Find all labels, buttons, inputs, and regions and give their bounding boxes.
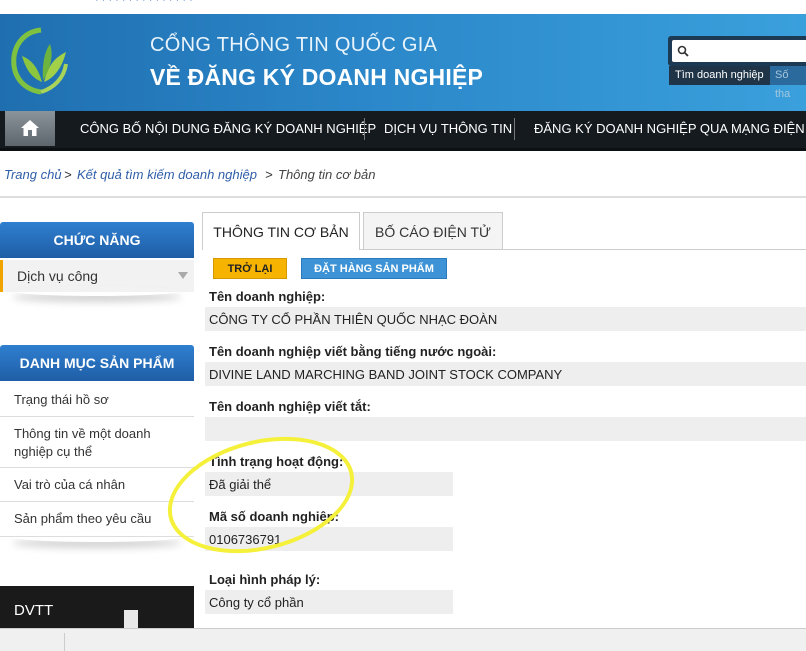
breadcrumb: Trang chủ > Kết quả tìm kiếm doanh nghiệ… — [0, 152, 806, 198]
sidebar-item-label: Trạng thái hồ sơ — [14, 392, 109, 407]
tab-basic-info[interactable]: THÔNG TIN CƠ BẢN — [202, 212, 360, 250]
search-tab-business[interactable]: Tìm doanh nghiệp — [669, 66, 770, 85]
sidebar-item-label: Thông tin về một doanh nghiệp cụ thể — [14, 426, 151, 459]
legal-type-text: Công ty cổ phần — [209, 595, 304, 610]
sidebar-item-profile-status[interactable]: Trạng thái hồ sơ — [0, 381, 194, 417]
back-button[interactable]: TRỞ LẠI — [213, 258, 287, 279]
nav-item-publish[interactable]: CÔNG BỐ NỘI DUNG ĐĂNG KÝ DOANH NGHIỆP — [80, 111, 376, 147]
field-value-company-name: CÔNG TY CỔ PHẦN THIÊN QUỐC NHẠC ĐOÀN — [205, 307, 806, 331]
portal-title-line2: VỀ ĐĂNG KÝ DOANH NGHIỆP — [150, 64, 484, 90]
sidebar-item-label: Vai trò của cá nhân — [14, 477, 126, 492]
portal-title-line1: CỔNG THÔNG TIN QUỐC GIA — [150, 34, 438, 56]
field-label-legal-type: Loại hình pháp lý: — [209, 572, 321, 587]
top-strip-text: · · · · · · · · · · · · · · · — [95, 0, 193, 6]
order-product-button[interactable]: ĐẶT HÀNG SẢN PHẨM — [301, 258, 447, 279]
tab-electronic-report[interactable]: BỐ CÁO ĐIỆN TỬ — [363, 212, 503, 250]
nav-item-online-registration[interactable]: ĐĂNG KÝ DOANH NGHIỆP QUA MẠNG ĐIỆN TỬ — [534, 111, 806, 147]
sidebar-item-label: Sản phẩm theo yêu cầu — [14, 511, 152, 526]
breadcrumb-separator: > — [265, 167, 273, 182]
dvtt-banner-label: DVTT — [14, 602, 54, 619]
sidebar-item-personal-role[interactable]: Vai trò của cá nhân — [0, 468, 194, 502]
dvtt-banner[interactable]: DVTT — [0, 586, 194, 628]
home-icon — [21, 120, 39, 136]
field-label-short-name: Tên doanh nghiệp viết tắt: — [209, 399, 371, 414]
status-bar — [0, 628, 806, 651]
main-nav: CÔNG BỐ NỘI DUNG ĐĂNG KÝ DOANH NGHIỆP DỊ… — [0, 111, 806, 151]
panel-shadow — [12, 286, 182, 296]
breadcrumb-search-results[interactable]: Kết quả tìm kiếm doanh nghiệp — [77, 167, 257, 182]
company-name-text: CÔNG TY CỔ PHẦN THIÊN QUỐC NHẠC ĐOÀN — [209, 312, 498, 327]
foreign-name-text: DIVINE LAND MARCHING BAND JOINT STOCK CO… — [209, 367, 563, 382]
breadcrumb-separator: > — [64, 167, 72, 182]
search-tab-other[interactable]: Số tha — [770, 66, 806, 100]
chevron-down-icon — [178, 272, 188, 279]
home-button[interactable] — [5, 111, 55, 146]
nav-divider — [364, 118, 365, 140]
sidebar-item-company-info[interactable]: Thông tin về một doanh nghiệp cụ thể — [0, 417, 194, 468]
search-icon — [677, 45, 689, 57]
nav-divider — [514, 118, 515, 140]
field-value-foreign-name: DIVINE LAND MARCHING BAND JOINT STOCK CO… — [205, 362, 806, 386]
catalog-panel-title: DANH MỤC SẢN PHẨM — [0, 345, 194, 381]
logo-leaf-icon[interactable] — [8, 22, 74, 102]
field-label-foreign-name: Tên doanh nghiệp viết bằng tiếng nước ng… — [209, 344, 497, 359]
field-value-legal-type: Công ty cổ phần — [205, 590, 453, 614]
banner-graphic — [124, 610, 138, 628]
function-panel-title: CHỨC NĂNG — [0, 222, 194, 258]
status-bar-divider — [64, 633, 65, 651]
sidebar-item-label: Dịch vụ công — [17, 268, 98, 284]
breadcrumb-current: Thông tin cơ bản — [278, 167, 376, 182]
search-input[interactable] — [672, 40, 806, 62]
nav-item-info-service[interactable]: DỊCH VỤ THÔNG TIN — [384, 111, 512, 147]
tab-underline — [360, 249, 806, 250]
panel-shadow — [12, 532, 182, 542]
breadcrumb-home[interactable]: Trang chủ — [4, 167, 62, 182]
field-label-company-name: Tên doanh nghiệp: — [209, 289, 326, 304]
top-strip: · · · · · · · · · · · · · · · — [0, 0, 806, 14]
